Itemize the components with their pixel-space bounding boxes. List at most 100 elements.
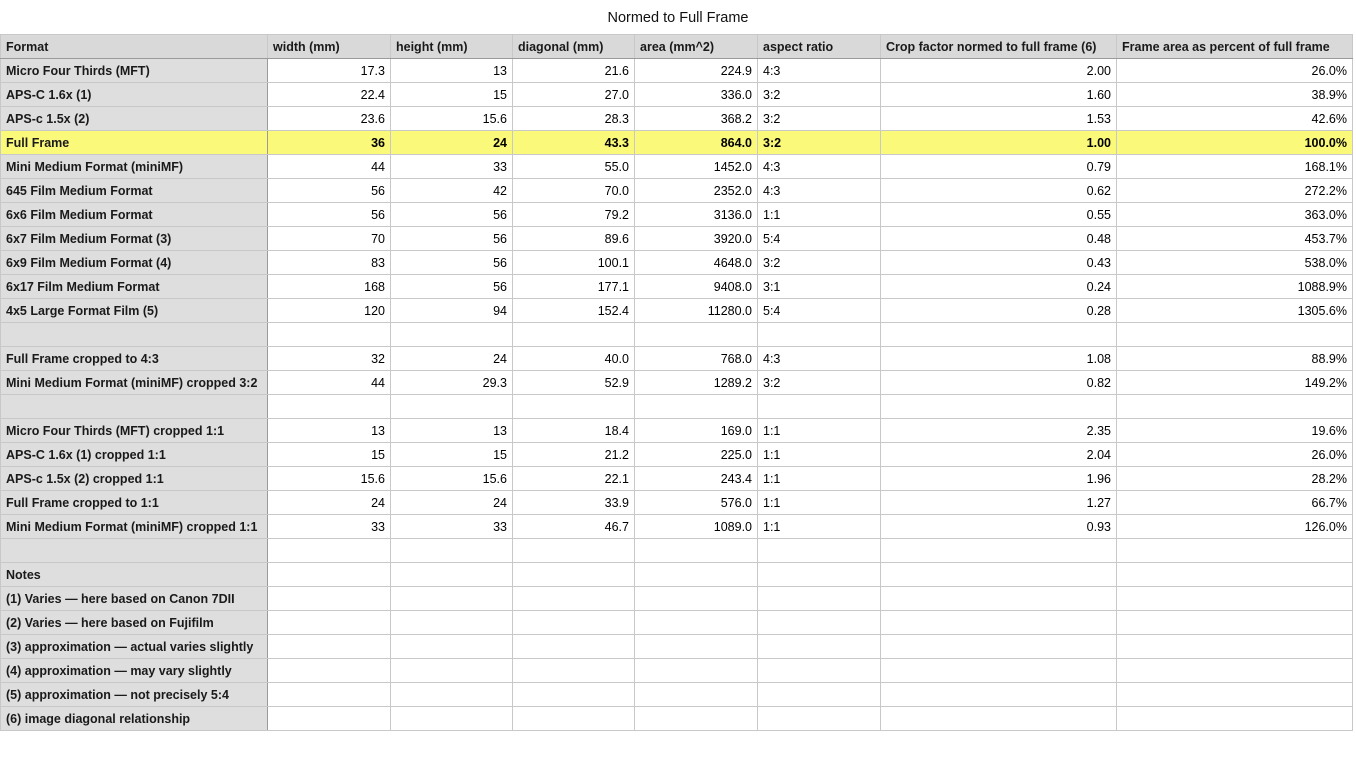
cell-aspect-ratio[interactable]: 1:1	[757, 514, 881, 539]
cell-frame-area-percent[interactable]: 26.0%	[1116, 58, 1353, 83]
cell-area[interactable]: 243.4	[634, 466, 758, 491]
cell-format[interactable]: 6x6 Film Medium Format	[0, 202, 268, 227]
cell-format[interactable]: 4x5 Large Format Film (5)	[0, 298, 268, 323]
cell-height[interactable]: 56	[390, 250, 513, 275]
cell-crop-factor[interactable]: 0.28	[880, 298, 1117, 323]
cell-height[interactable]: 56	[390, 226, 513, 251]
cell-width[interactable]: 56	[267, 202, 391, 227]
cell-area[interactable]: 225.0	[634, 442, 758, 467]
cell-diagonal[interactable]: 46.7	[512, 514, 635, 539]
cell-width[interactable]: 24	[267, 490, 391, 515]
cell-area[interactable]	[634, 394, 758, 419]
cell-diagonal[interactable]: 43.3	[512, 130, 635, 155]
cell-format[interactable]: Mini Medium Format (miniMF) cropped 1:1	[0, 514, 268, 539]
cell-frame-area-percent[interactable]: 1088.9%	[1116, 274, 1353, 299]
cell-diagonal[interactable]	[512, 682, 635, 707]
cell-aspect-ratio[interactable]	[757, 586, 881, 611]
cell-area[interactable]	[634, 610, 758, 635]
cell-width[interactable]	[267, 658, 391, 683]
cell-format[interactable]: (2) Varies — here based on Fujifilm	[0, 610, 268, 635]
cell-aspect-ratio[interactable]: 1:1	[757, 202, 881, 227]
cell-format[interactable]	[0, 322, 268, 347]
cell-width[interactable]: 44	[267, 154, 391, 179]
cell-diagonal[interactable]	[512, 562, 635, 587]
cell-area[interactable]: 368.2	[634, 106, 758, 131]
cell-width[interactable]: 32	[267, 346, 391, 371]
cell-area[interactable]: 1289.2	[634, 370, 758, 395]
cell-crop-factor[interactable]	[880, 394, 1117, 419]
cell-diagonal[interactable]	[512, 322, 635, 347]
cell-width[interactable]: 33	[267, 514, 391, 539]
cell-area[interactable]: 336.0	[634, 82, 758, 107]
cell-format[interactable]: (6) image diagonal relationship	[0, 706, 268, 731]
cell-diagonal[interactable]	[512, 538, 635, 563]
cell-width[interactable]: 17.3	[267, 58, 391, 83]
cell-frame-area-percent[interactable]: 453.7%	[1116, 226, 1353, 251]
cell-crop-factor[interactable]: 1.96	[880, 466, 1117, 491]
cell-aspect-ratio[interactable]: 3:2	[757, 370, 881, 395]
cell-diagonal[interactable]	[512, 634, 635, 659]
cell-width[interactable]	[267, 586, 391, 611]
cell-aspect-ratio[interactable]: 1:1	[757, 490, 881, 515]
cell-diagonal[interactable]: 100.1	[512, 250, 635, 275]
cell-width[interactable]	[267, 610, 391, 635]
cell-crop-factor[interactable]: 2.00	[880, 58, 1117, 83]
cell-width[interactable]: 23.6	[267, 106, 391, 131]
cell-width[interactable]: 44	[267, 370, 391, 395]
cell-frame-area-percent[interactable]	[1116, 562, 1353, 587]
cell-aspect-ratio[interactable]: 3:2	[757, 82, 881, 107]
cell-width[interactable]: 36	[267, 130, 391, 155]
cell-frame-area-percent[interactable]	[1116, 610, 1353, 635]
cell-diagonal[interactable]: 21.2	[512, 442, 635, 467]
cell-diagonal[interactable]: 22.1	[512, 466, 635, 491]
cell-format[interactable]: 6x17 Film Medium Format	[0, 274, 268, 299]
cell-format[interactable]: Mini Medium Format (miniMF)	[0, 154, 268, 179]
cell-height[interactable]	[390, 634, 513, 659]
cell-format[interactable]: Mini Medium Format (miniMF) cropped 3:2	[0, 370, 268, 395]
cell-format[interactable]: APS-c 1.5x (2) cropped 1:1	[0, 466, 268, 491]
cell-diagonal[interactable]: 177.1	[512, 274, 635, 299]
cell-frame-area-percent[interactable]: 66.7%	[1116, 490, 1353, 515]
cell-format[interactable]: (3) approximation — actual varies slight…	[0, 634, 268, 659]
cell-format[interactable]: Full Frame	[0, 130, 268, 155]
cell-crop-factor[interactable]	[880, 562, 1117, 587]
cell-diagonal[interactable]	[512, 706, 635, 731]
cell-area[interactable]	[634, 562, 758, 587]
cell-aspect-ratio[interactable]	[757, 610, 881, 635]
cell-aspect-ratio[interactable]: 1:1	[757, 442, 881, 467]
cell-width[interactable]	[267, 706, 391, 731]
cell-area[interactable]: 11280.0	[634, 298, 758, 323]
header-cell-format[interactable]: Format	[0, 34, 268, 59]
cell-aspect-ratio[interactable]: 5:4	[757, 226, 881, 251]
cell-area[interactable]: 4648.0	[634, 250, 758, 275]
cell-frame-area-percent[interactable]	[1116, 322, 1353, 347]
cell-height[interactable]: 15	[390, 442, 513, 467]
cell-height[interactable]	[390, 394, 513, 419]
cell-frame-area-percent[interactable]: 88.9%	[1116, 346, 1353, 371]
cell-frame-area-percent[interactable]	[1116, 682, 1353, 707]
cell-frame-area-percent[interactable]: 272.2%	[1116, 178, 1353, 203]
cell-crop-factor[interactable]: 0.24	[880, 274, 1117, 299]
cell-height[interactable]	[390, 658, 513, 683]
cell-frame-area-percent[interactable]	[1116, 634, 1353, 659]
cell-height[interactable]: 33	[390, 154, 513, 179]
cell-height[interactable]: 29.3	[390, 370, 513, 395]
cell-height[interactable]: 56	[390, 274, 513, 299]
cell-area[interactable]	[634, 322, 758, 347]
header-cell-aspect-ratio[interactable]: aspect ratio	[757, 34, 881, 59]
header-cell-width[interactable]: width (mm)	[267, 34, 391, 59]
cell-width[interactable]	[267, 634, 391, 659]
cell-height[interactable]	[390, 610, 513, 635]
cell-diagonal[interactable]: 21.6	[512, 58, 635, 83]
cell-area[interactable]: 224.9	[634, 58, 758, 83]
cell-diagonal[interactable]: 79.2	[512, 202, 635, 227]
cell-aspect-ratio[interactable]	[757, 538, 881, 563]
cell-aspect-ratio[interactable]	[757, 658, 881, 683]
cell-crop-factor[interactable]	[880, 322, 1117, 347]
cell-height[interactable]: 24	[390, 490, 513, 515]
cell-width[interactable]: 70	[267, 226, 391, 251]
cell-height[interactable]: 56	[390, 202, 513, 227]
cell-crop-factor[interactable]: 1.60	[880, 82, 1117, 107]
cell-aspect-ratio[interactable]: 4:3	[757, 154, 881, 179]
cell-diagonal[interactable]: 18.4	[512, 418, 635, 443]
